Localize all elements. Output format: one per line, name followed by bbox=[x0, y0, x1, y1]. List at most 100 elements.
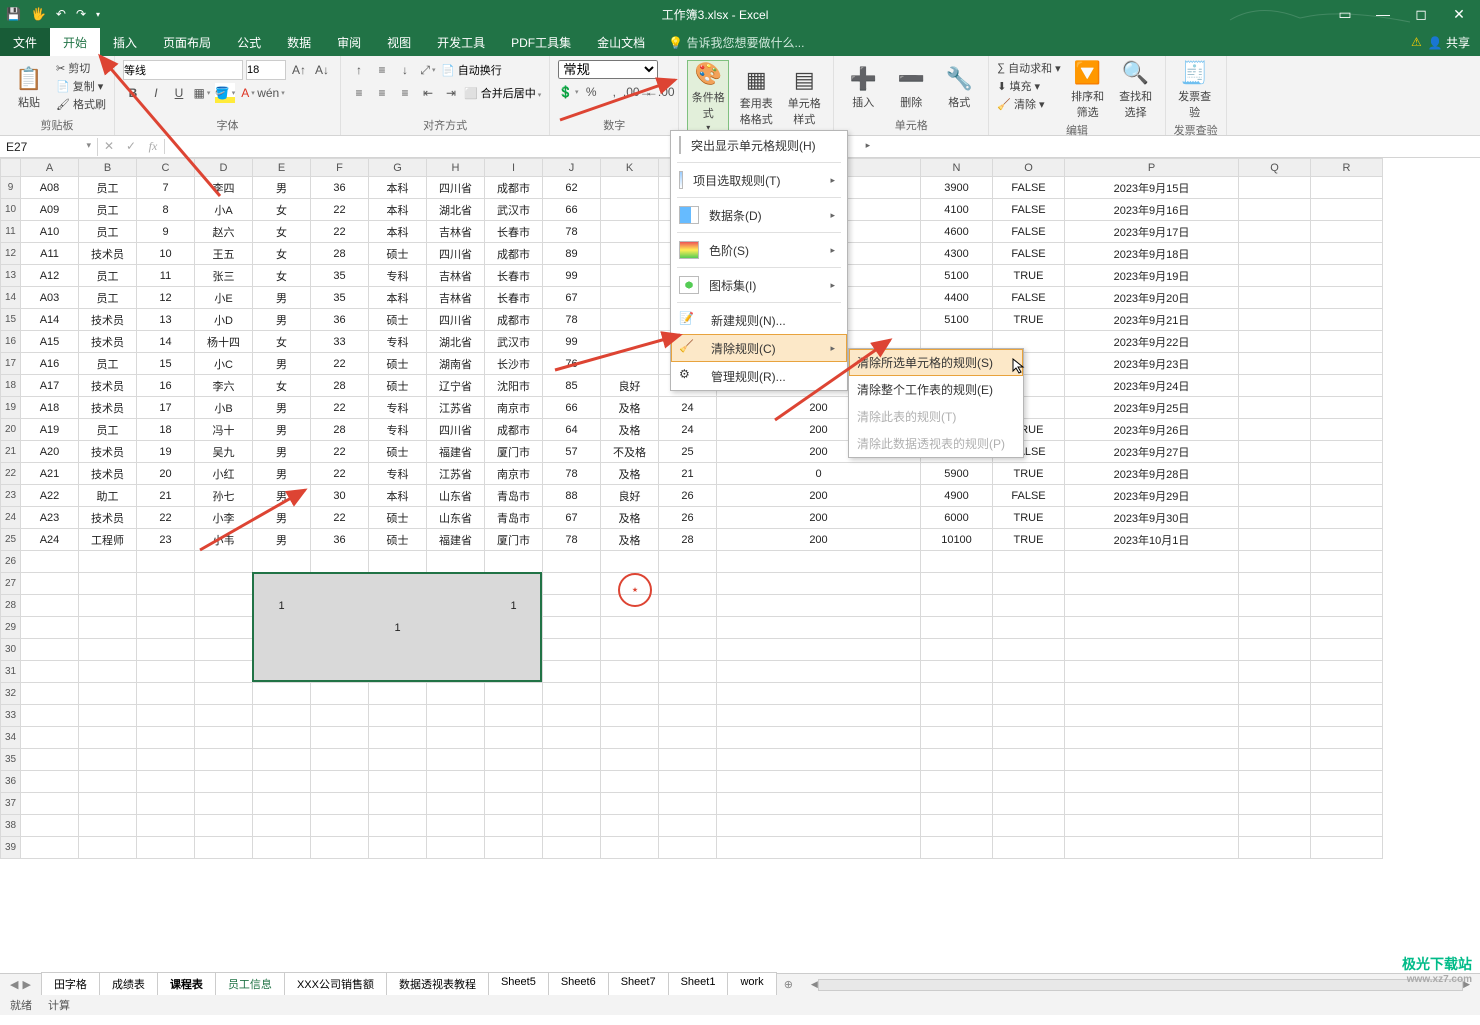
cell[interactable]: FALSE bbox=[993, 243, 1065, 265]
cell[interactable]: 李四 bbox=[195, 177, 253, 199]
cell[interactable]: 26 bbox=[659, 507, 717, 529]
cell[interactable] bbox=[253, 771, 311, 793]
cell[interactable] bbox=[1311, 727, 1383, 749]
cell[interactable] bbox=[427, 639, 485, 661]
cell[interactable] bbox=[485, 573, 543, 595]
col-header-R[interactable]: R bbox=[1311, 159, 1383, 177]
cell[interactable] bbox=[601, 221, 659, 243]
cell[interactable]: A24 bbox=[21, 529, 79, 551]
cell[interactable] bbox=[1239, 485, 1311, 507]
cell[interactable]: A12 bbox=[21, 265, 79, 287]
cell[interactable] bbox=[659, 837, 717, 859]
col-header-Q[interactable]: Q bbox=[1239, 159, 1311, 177]
cell[interactable]: 女 bbox=[253, 265, 311, 287]
cell[interactable] bbox=[1311, 419, 1383, 441]
col-header-E[interactable]: E bbox=[253, 159, 311, 177]
cell[interactable] bbox=[1065, 661, 1239, 683]
cell[interactable]: 武汉市 bbox=[485, 199, 543, 221]
cell[interactable]: 小C bbox=[195, 353, 253, 375]
cell[interactable]: 山东省 bbox=[427, 485, 485, 507]
cell[interactable]: 硕士 bbox=[369, 507, 427, 529]
fill-button[interactable]: ⬇ 填充 ▾ bbox=[997, 78, 1060, 94]
cell[interactable] bbox=[79, 793, 137, 815]
row-header[interactable]: 11 bbox=[1, 221, 21, 243]
cell[interactable] bbox=[79, 617, 137, 639]
sheet-tab[interactable]: Sheet7 bbox=[608, 972, 669, 997]
row-header[interactable]: 26 bbox=[1, 551, 21, 573]
cell[interactable]: 35 bbox=[311, 287, 369, 309]
cell[interactable] bbox=[659, 771, 717, 793]
tab-dev[interactable]: 开发工具 bbox=[424, 28, 498, 56]
cell[interactable] bbox=[1239, 287, 1311, 309]
cell[interactable] bbox=[369, 683, 427, 705]
cell[interactable]: 青岛市 bbox=[485, 507, 543, 529]
cf-icon-sets[interactable]: 图标集(I)▸ bbox=[671, 271, 847, 299]
row-header[interactable]: 20 bbox=[1, 419, 21, 441]
cell[interactable] bbox=[21, 749, 79, 771]
cell[interactable] bbox=[601, 331, 659, 353]
border-button[interactable]: ▦ bbox=[192, 83, 212, 103]
cell[interactable]: 青岛市 bbox=[485, 485, 543, 507]
cell[interactable]: 武汉市 bbox=[485, 331, 543, 353]
cell[interactable]: 李六 bbox=[195, 375, 253, 397]
tab-data[interactable]: 数据 bbox=[274, 28, 324, 56]
cell[interactable] bbox=[1239, 419, 1311, 441]
col-header-P[interactable]: P bbox=[1065, 159, 1239, 177]
cell[interactable] bbox=[543, 595, 601, 617]
cell[interactable] bbox=[253, 837, 311, 859]
cell[interactable] bbox=[79, 705, 137, 727]
sheet-tab[interactable]: work bbox=[727, 972, 776, 997]
sheet-tab[interactable]: Sheet6 bbox=[548, 972, 609, 997]
clear-selected-cells[interactable]: 清除所选单元格的规则(S) bbox=[849, 349, 1023, 376]
cell[interactable] bbox=[369, 837, 427, 859]
cell[interactable]: 技术员 bbox=[79, 397, 137, 419]
cell[interactable]: 湖南省 bbox=[427, 353, 485, 375]
cell[interactable] bbox=[1311, 463, 1383, 485]
cell[interactable] bbox=[369, 727, 427, 749]
cell[interactable] bbox=[311, 661, 369, 683]
maximize-icon[interactable]: ◻ bbox=[1406, 6, 1436, 23]
cell[interactable] bbox=[993, 793, 1065, 815]
cell[interactable] bbox=[137, 749, 195, 771]
undo-icon[interactable]: ↶ bbox=[56, 7, 66, 21]
cell[interactable]: 孙七 bbox=[195, 485, 253, 507]
cell[interactable] bbox=[369, 793, 427, 815]
cell[interactable] bbox=[921, 595, 993, 617]
share-button[interactable]: 👤 共享 bbox=[1428, 34, 1470, 51]
cell[interactable]: 不及格 bbox=[601, 441, 659, 463]
cell[interactable] bbox=[659, 683, 717, 705]
cell[interactable] bbox=[921, 837, 993, 859]
cell[interactable]: 专科 bbox=[369, 419, 427, 441]
cell[interactable]: 及格 bbox=[601, 397, 659, 419]
font-color-button[interactable]: A bbox=[238, 83, 258, 103]
cell[interactable]: 25 bbox=[659, 441, 717, 463]
col-header-I[interactable]: I bbox=[485, 159, 543, 177]
cell[interactable]: 技术员 bbox=[79, 331, 137, 353]
cell[interactable] bbox=[195, 749, 253, 771]
cell[interactable] bbox=[601, 683, 659, 705]
cell[interactable]: 湖北省 bbox=[427, 199, 485, 221]
cell[interactable]: 专科 bbox=[369, 331, 427, 353]
cell[interactable] bbox=[485, 815, 543, 837]
cell[interactable] bbox=[993, 727, 1065, 749]
tab-pdf[interactable]: PDF工具集 bbox=[498, 28, 584, 56]
tab-home[interactable]: 开始 bbox=[50, 28, 100, 56]
cell[interactable]: 硕士 bbox=[369, 529, 427, 551]
cell[interactable] bbox=[1239, 353, 1311, 375]
cell[interactable]: 员工 bbox=[79, 221, 137, 243]
cell[interactable] bbox=[1239, 815, 1311, 837]
cell[interactable] bbox=[1239, 705, 1311, 727]
cell[interactable]: 小E bbox=[195, 287, 253, 309]
cell[interactable]: 28 bbox=[659, 529, 717, 551]
row-header[interactable]: 28 bbox=[1, 595, 21, 617]
align-top-icon[interactable]: ↑ bbox=[349, 60, 369, 80]
cell[interactable] bbox=[137, 573, 195, 595]
col-header-O[interactable]: O bbox=[993, 159, 1065, 177]
cell[interactable]: 22 bbox=[311, 441, 369, 463]
cell[interactable]: 2023年9月20日 bbox=[1065, 287, 1239, 309]
cell[interactable]: 6000 bbox=[921, 507, 993, 529]
cell[interactable]: 3900 bbox=[921, 177, 993, 199]
cell[interactable] bbox=[137, 705, 195, 727]
cell[interactable] bbox=[427, 617, 485, 639]
cell[interactable] bbox=[1065, 837, 1239, 859]
